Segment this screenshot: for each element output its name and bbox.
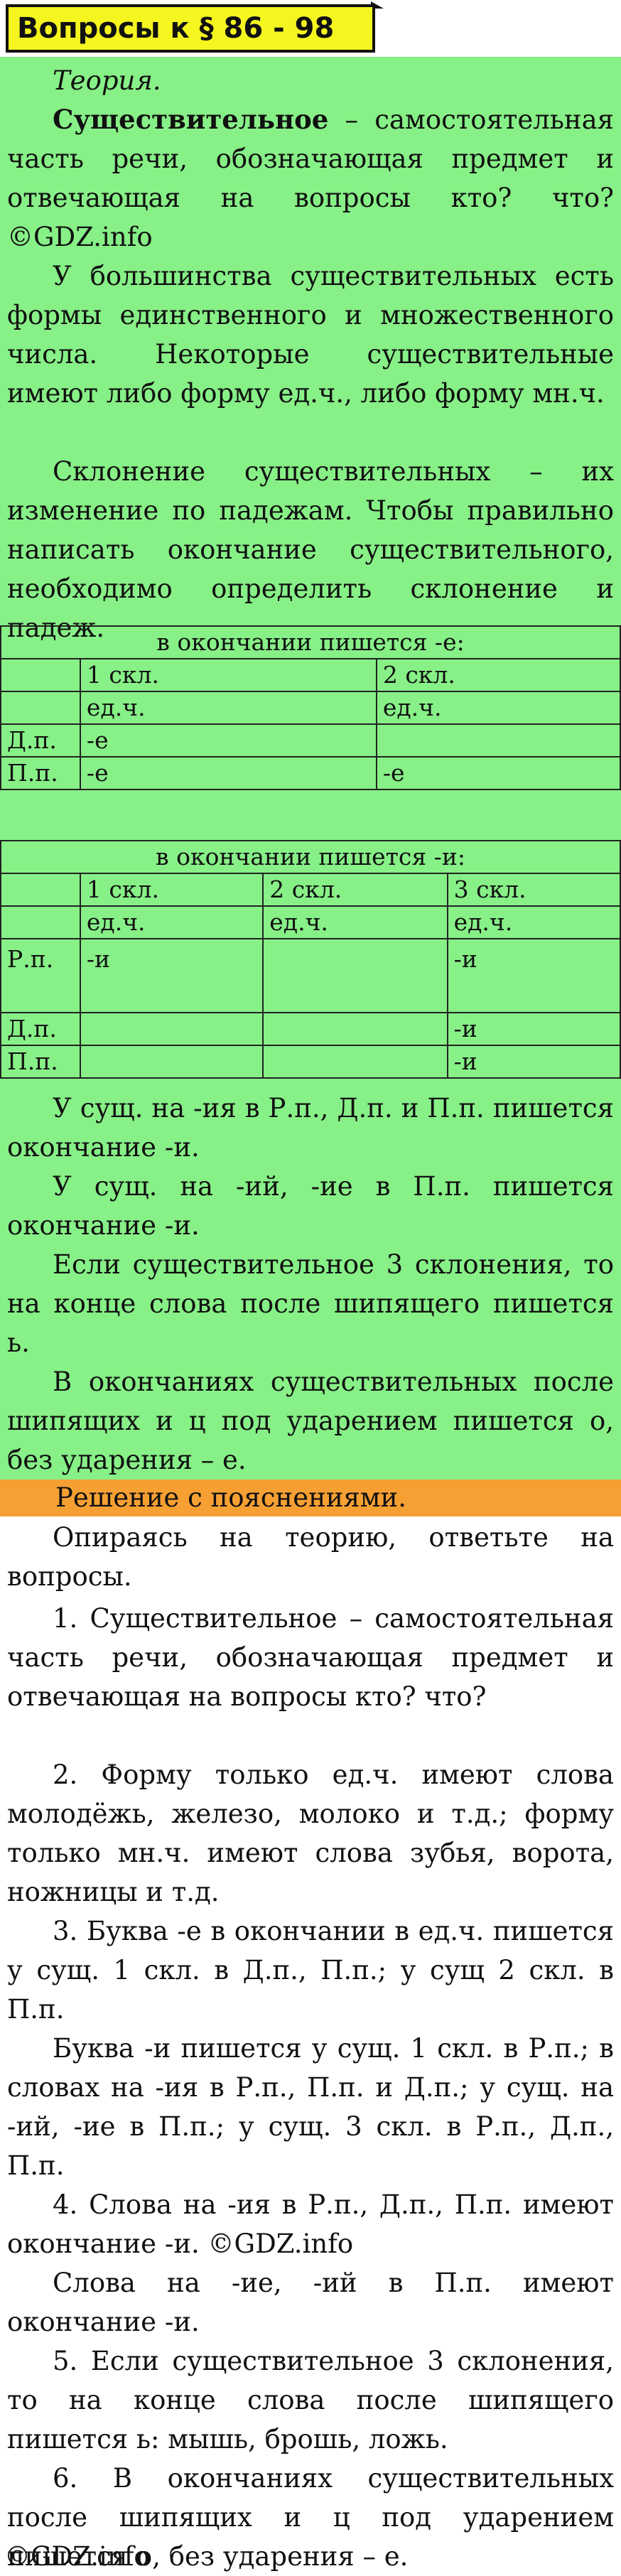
answer-5: 5. Если существительное 3 склонения, то … (7, 2346, 614, 2454)
table-i-cell: -и (446, 1045, 621, 1079)
table-i-header: 2 скл. (262, 873, 448, 907)
table-ending-e: в окончании пишется -е: 1 скл. 2 скл. ед.… (0, 625, 621, 790)
answer-4b: Слова на -ие, -ий в П.п. имеют окончание… (7, 2268, 614, 2337)
table-i-subheader: ед.ч. (79, 905, 264, 939)
rule-4: В окончаниях существительных после шипящ… (7, 1367, 614, 1475)
answer-3: 3. Буква -е в окончании в ед.ч. пишется … (7, 1916, 614, 2025)
table-e-cell (375, 723, 621, 758)
rule-3: Если существительное 3 склонения, то на … (7, 1249, 614, 1358)
table-i-case: Р.п. (0, 938, 81, 1013)
table-i-cell (262, 938, 448, 1013)
table-e-header: 2 скл. (375, 658, 621, 692)
rule-2: У сущ. на -ий, -ие в П.п. пишется оконча… (7, 1171, 614, 1241)
theory-paragraph-1: Существительное – самостоятельная часть … (7, 100, 614, 257)
theory-heading: Теория. (53, 65, 161, 96)
table-e-blank (0, 658, 81, 692)
table-e-header: 1 скл. (79, 658, 377, 692)
table-e-subheader: ед.ч. (375, 691, 621, 725)
theory-paragraph-2: У большинства существительных есть формы… (7, 261, 614, 409)
page: Вопросы к § 86 - 98 Теория. Существитель… (0, 0, 621, 2572)
table-i-case: Д.п. (0, 1012, 81, 1046)
term-noun: Существительное (53, 104, 329, 135)
table-e-cell: -е (375, 756, 621, 790)
table-i-case: П.п. (0, 1045, 81, 1079)
solution-intro: Опираясь на теорию, ответьте на вопросы. (7, 1522, 614, 1592)
page-title: Вопросы к § 86 - 98 (6, 4, 375, 53)
table-i-cell (262, 1045, 448, 1079)
answer-2: 2. Форму только ед.ч. имеют слова молодё… (7, 1759, 614, 1907)
table-e-cell: -е (79, 723, 377, 758)
table-e-caption: в окончании пишется -е: (0, 625, 621, 659)
table-i-blank (0, 905, 81, 939)
table-i-cell: -и (446, 938, 621, 1013)
table-i-header: 1 скл. (79, 873, 264, 907)
table-e-subheader: ед.ч. (79, 691, 377, 725)
table-i-blank (0, 873, 81, 907)
table-e-case: П.п. (0, 756, 81, 790)
table-i-header: 3 скл. (446, 873, 621, 907)
footer-watermark: ©GDZ.info (4, 2541, 150, 2572)
answer-3b: Буква -и пишется у сущ. 1 скл. в Р.п.; в… (7, 2033, 614, 2181)
table-i-cell: -и (79, 938, 264, 1013)
table-i-caption: в окончании пишется -и: (0, 840, 621, 874)
answer-4: 4. Слова на -ия в Р.п., Д.п., П.п. имеют… (7, 2189, 614, 2259)
table-e-blank (0, 691, 81, 725)
table-i-cell: -и (446, 1012, 621, 1046)
table-i-subheader: ед.ч. (262, 905, 448, 939)
table-i-cell (262, 1012, 448, 1046)
answer-1: 1. Существительное – самостоятельная час… (7, 1603, 614, 1712)
table-ending-i: в окончании пишется -и: 1 скл. 2 скл. 3 ск… (0, 840, 621, 1079)
solution-title: Решение с пояснениями. (55, 1482, 406, 1513)
table-e-case: Д.п. (0, 723, 81, 758)
table-e-cell: -е (79, 756, 377, 790)
table-i-subheader: ед.ч. (446, 905, 621, 939)
table-i-cell (79, 1012, 264, 1046)
table-i-cell (79, 1045, 264, 1079)
theory-paragraph-3: Склонение существительных – их изменение… (7, 456, 614, 643)
rule-1: У сущ. на -ия в Р.п., Д.п. и П.п. пишетс… (7, 1093, 614, 1163)
